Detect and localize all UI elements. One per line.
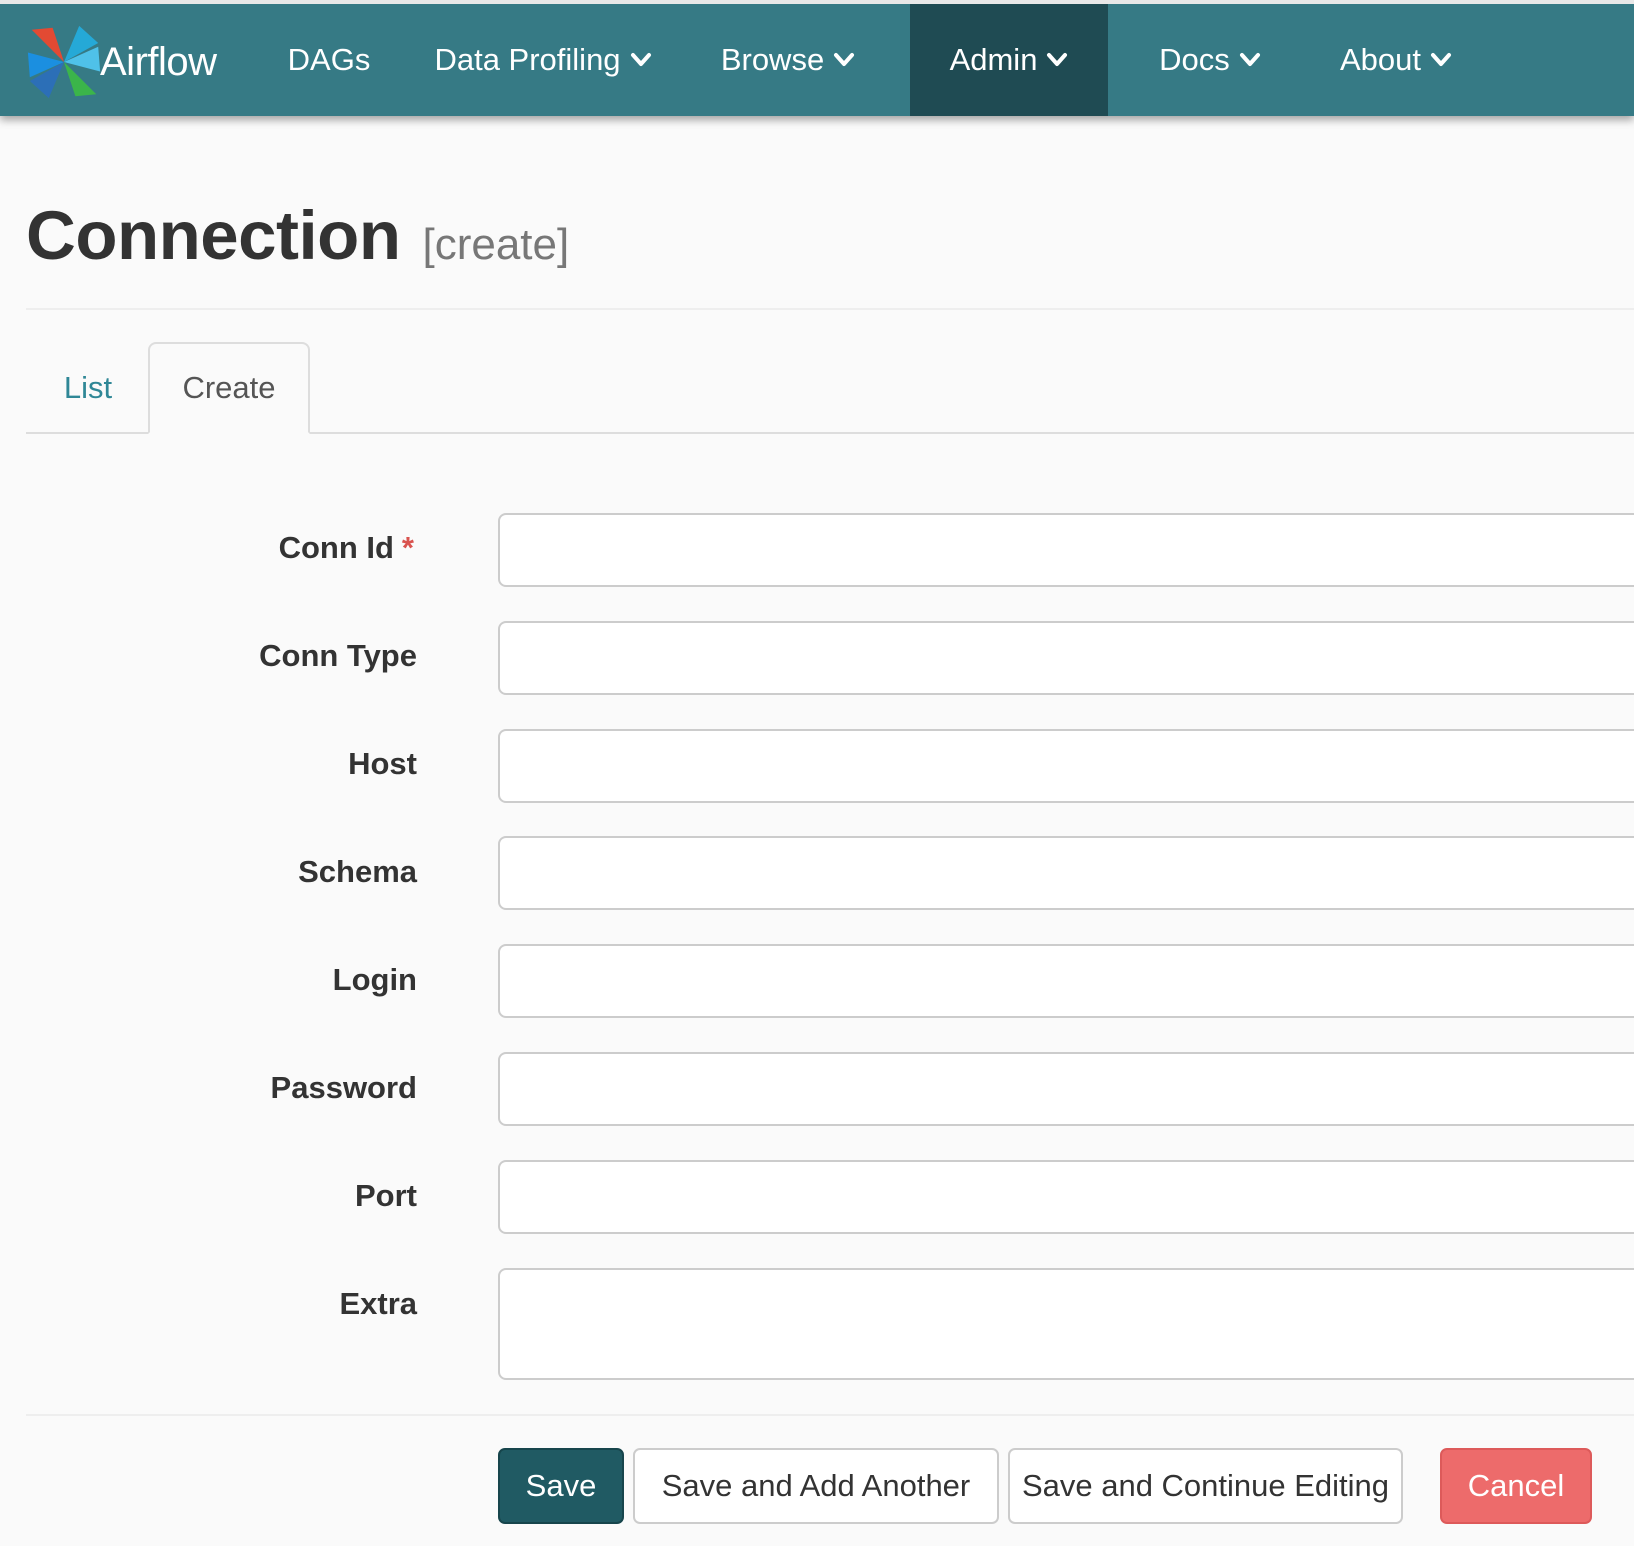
save-button[interactable]: Save xyxy=(498,1448,624,1524)
conn-id-input[interactable] xyxy=(498,513,1634,587)
tab-list[interactable]: List xyxy=(26,342,150,433)
host-input[interactable] xyxy=(498,729,1634,803)
conn-id-label-text: Conn Id xyxy=(278,530,394,565)
conn-id-label: Conn Id * xyxy=(279,530,414,566)
tab-create[interactable]: Create xyxy=(148,342,310,434)
header-divider xyxy=(26,308,1634,310)
login-label: Login xyxy=(332,962,417,997)
nav-item-dags[interactable]: DAGs xyxy=(258,4,400,116)
login-input[interactable] xyxy=(498,944,1634,1018)
nav-item-about[interactable]: About xyxy=(1310,4,1482,116)
chevron-down-icon xyxy=(630,52,652,68)
actions-divider xyxy=(26,1414,1634,1416)
airflow-logo-icon xyxy=(26,24,102,100)
extra-textarea[interactable] xyxy=(498,1268,1634,1380)
page-title: Connection xyxy=(26,197,401,274)
nav-item-docs[interactable]: Docs xyxy=(1130,4,1290,116)
nav-item-browse[interactable]: Browse xyxy=(700,4,876,116)
host-label: Host xyxy=(348,746,417,781)
schema-label: Schema xyxy=(298,854,417,889)
brand-link[interactable]: Airflow xyxy=(26,22,217,102)
extra-label: Extra xyxy=(339,1286,417,1321)
conn-type-label: Conn Type xyxy=(259,638,417,673)
port-input[interactable] xyxy=(498,1160,1634,1234)
chevron-down-icon xyxy=(1046,52,1068,68)
nav-item-data-profiling[interactable]: Data Profiling xyxy=(412,4,674,116)
page-header: Connection [create] xyxy=(26,196,1634,275)
tab-label: Create xyxy=(182,370,276,405)
save-and-add-another-button[interactable]: Save and Add Another xyxy=(633,1448,999,1524)
save-and-continue-editing-button[interactable]: Save and Continue Editing xyxy=(1008,1448,1403,1524)
chevron-down-icon xyxy=(1430,52,1452,68)
nav-item-label: About xyxy=(1339,42,1421,77)
chevron-down-icon xyxy=(1239,52,1261,68)
brand-label: Airflow xyxy=(100,39,217,84)
required-marker: * xyxy=(401,530,414,565)
nav-item-label: Docs xyxy=(1159,42,1230,77)
page-subtitle: [create] xyxy=(422,220,570,269)
schema-input[interactable] xyxy=(498,836,1634,910)
page: Airflow DAGs Data Profiling Browse Admin… xyxy=(0,0,1634,1546)
nav-item-label: DAGs xyxy=(287,42,371,77)
nav-item-label: Data Profiling xyxy=(434,42,621,77)
conn-type-input[interactable] xyxy=(498,621,1634,695)
cancel-button[interactable]: Cancel xyxy=(1440,1448,1592,1524)
password-label: Password xyxy=(270,1070,417,1105)
port-label: Port xyxy=(355,1178,417,1213)
chevron-down-icon xyxy=(833,52,855,68)
nav-item-label: Browse xyxy=(720,42,825,77)
nav-item-admin[interactable]: Admin xyxy=(910,4,1108,116)
top-navbar: Airflow DAGs Data Profiling Browse Admin… xyxy=(0,0,1634,116)
tab-label: List xyxy=(63,369,113,405)
nav-item-label: Admin xyxy=(949,42,1038,77)
password-input[interactable] xyxy=(498,1052,1634,1126)
